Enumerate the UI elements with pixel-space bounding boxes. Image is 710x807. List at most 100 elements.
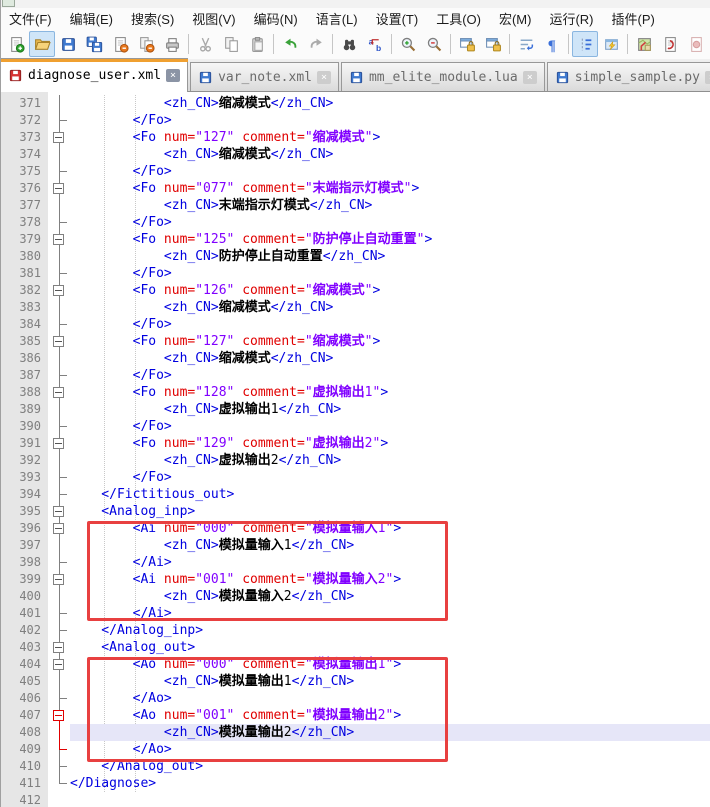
code-line-text[interactable]: </Analog_inp> (70, 622, 710, 639)
open-file-button[interactable] (29, 31, 55, 57)
code-line-text[interactable]: </Fo> (70, 163, 710, 180)
code-line-text[interactable]: <Ao num="000" comment="模拟量输出1"> (70, 656, 710, 673)
replace-button[interactable]: ab (362, 31, 388, 57)
save-file-button[interactable] (55, 31, 81, 57)
print-button[interactable] (159, 31, 185, 57)
fold-collapse-marker[interactable] (48, 656, 70, 673)
user-defined-dialog-button[interactable] (598, 31, 624, 57)
new-file-button[interactable] (3, 31, 29, 57)
cut-button[interactable] (192, 31, 218, 57)
close-all-button[interactable] (133, 31, 159, 57)
code-line-text[interactable]: </Ai> (70, 554, 710, 571)
sync-vertical-scroll-button[interactable] (454, 31, 480, 57)
code-line-text[interactable]: <Fo num="127" comment="缩减模式"> (70, 129, 710, 146)
menu-item-macro[interactable]: 宏(M) (490, 7, 541, 30)
menu-item-encoding[interactable]: 编码(N) (245, 7, 307, 30)
editor[interactable]: 371 <zh_CN>缩减模式</zh_CN>372 </Fo>373 <Fo … (0, 92, 710, 807)
fold-collapse-marker[interactable] (48, 384, 70, 401)
code-line-text[interactable]: <zh_CN>缩减模式</zh_CN> (70, 299, 710, 316)
save-all-button[interactable] (81, 31, 107, 57)
code-line-text[interactable]: </Fictitious_out> (70, 486, 710, 503)
code-line-text[interactable]: </Fo> (70, 418, 710, 435)
close-file-button[interactable] (107, 31, 133, 57)
code-line-text[interactable]: <zh_CN>模拟量输入2</zh_CN> (70, 588, 710, 605)
code-line-text[interactable]: <zh_CN>缩减模式</zh_CN> (70, 350, 710, 367)
code-line-text[interactable]: <zh_CN>模拟量输入1</zh_CN> (70, 537, 710, 554)
code-line-text[interactable]: <Fo num="129" comment="虚拟输出2"> (70, 435, 710, 452)
code-line-text[interactable]: <Ao num="001" comment="模拟量输出2"> (70, 707, 710, 724)
code-line-text[interactable]: <zh_CN>模拟量输出2</zh_CN> (70, 724, 710, 741)
code-line-text[interactable]: <Fo num="125" comment="防护停止自动重置"> (70, 231, 710, 248)
code-line-text[interactable]: <zh_CN>防护停止自动重置</zh_CN> (70, 248, 710, 265)
paste-button[interactable] (244, 31, 270, 57)
code-line-text[interactable]: </Fo> (70, 367, 710, 384)
sync-horizontal-scroll-button[interactable] (480, 31, 506, 57)
code-line-text[interactable]: </Fo> (70, 265, 710, 282)
code-line-text[interactable]: <zh_CN>缩减模式</zh_CN> (70, 95, 710, 112)
code-line-text[interactable]: <zh_CN>模拟量输出1</zh_CN> (70, 673, 710, 690)
code-line-text[interactable]: </Fo> (70, 316, 710, 333)
menu-item-tools[interactable]: 工具(O) (427, 7, 490, 30)
code-line-text[interactable]: <Fo num="128" comment="虚拟输出1"> (70, 384, 710, 401)
fold-collapse-marker[interactable] (48, 639, 70, 656)
copy-button[interactable] (218, 31, 244, 57)
tab-mm-elite-module-lua[interactable]: mm_elite_module.lua× (341, 62, 545, 92)
code-line-text[interactable]: </Fo> (70, 214, 710, 231)
code-line-text[interactable]: <Analog_out> (70, 639, 710, 656)
tab-diagnose-user-xml[interactable]: diagnose_user.xml× (0, 58, 188, 92)
function-list-button[interactable] (657, 31, 683, 57)
code-line-text[interactable]: </Ao> (70, 690, 710, 707)
find-button[interactable] (336, 31, 362, 57)
fold-collapse-marker[interactable] (48, 282, 70, 299)
menu-item-view[interactable]: 视图(V) (183, 7, 244, 30)
code-line-text[interactable]: <Fo num="126" comment="缩减模式"> (70, 282, 710, 299)
fold-collapse-marker[interactable] (48, 571, 70, 588)
code-line-text[interactable]: <Fo num="127" comment="缩减模式"> (70, 333, 710, 350)
code-line-text[interactable] (70, 792, 710, 807)
fold-collapse-marker[interactable] (48, 520, 70, 537)
fold-collapse-marker[interactable] (48, 333, 70, 350)
fold-collapse-marker[interactable] (48, 129, 70, 146)
code-line-text[interactable]: <zh_CN>末端指示灯模式</zh_CN> (70, 197, 710, 214)
menu-item-plugins[interactable]: 插件(P) (603, 7, 664, 30)
code-line-text[interactable]: <Ai num="001" comment="模拟量输入2"> (70, 571, 710, 588)
show-all-characters-button[interactable]: ¶ (539, 31, 565, 57)
menu-item-search[interactable]: 搜索(S) (122, 7, 183, 30)
tab-var-note-xml[interactable]: var_note.xml× (190, 62, 339, 92)
tab-close-icon[interactable]: × (523, 71, 537, 84)
tab-close-icon[interactable]: × (705, 71, 710, 84)
undo-button[interactable] (277, 31, 303, 57)
menu-item-edit[interactable]: 编辑(E) (61, 7, 122, 30)
code-line-text[interactable]: <Analog_inp> (70, 503, 710, 520)
code-line-text[interactable]: <Ai num="000" comment="模拟量输入1"> (70, 520, 710, 537)
code-line-text[interactable]: <zh_CN>虚拟输出2</zh_CN> (70, 452, 710, 469)
menu-item-file[interactable]: 文件(F) (0, 7, 61, 30)
zoom-out-button[interactable] (421, 31, 447, 57)
zoom-in-button[interactable] (395, 31, 421, 57)
fold-collapse-marker[interactable] (48, 503, 70, 520)
code-line-text[interactable]: </Analog_out> (70, 758, 710, 775)
fold-collapse-marker[interactable] (48, 180, 70, 197)
menu-item-language[interactable]: 语言(L) (307, 7, 367, 30)
tab-simple-sample-py[interactable]: simple_sample.py× (547, 62, 710, 92)
code-line-text[interactable]: </Fo> (70, 112, 710, 129)
tab-close-icon[interactable]: × (317, 71, 331, 84)
code-line-text[interactable]: <zh_CN>虚拟输出1</zh_CN> (70, 401, 710, 418)
menu-item-run[interactable]: 运行(R) (540, 7, 602, 30)
word-wrap-button[interactable] (513, 31, 539, 57)
code-line-text[interactable]: <Fo num="077" comment="末端指示灯模式"> (70, 180, 710, 197)
tab-close-icon[interactable]: × (166, 69, 180, 82)
code-line-text[interactable]: </Ao> (70, 741, 710, 758)
fold-collapse-marker[interactable] (48, 435, 70, 452)
menu-item-settings[interactable]: 设置(T) (367, 7, 428, 30)
code-line-text[interactable]: </Fo> (70, 469, 710, 486)
code-line-text[interactable]: </Diagnose> (70, 775, 710, 792)
show-indent-guide-button[interactable] (572, 31, 598, 57)
code-line-text[interactable]: <zh_CN>缩减模式</zh_CN> (70, 146, 710, 163)
redo-button[interactable] (303, 31, 329, 57)
start-recording-button[interactable] (683, 31, 709, 57)
document-map-button[interactable] (631, 31, 657, 57)
fold-collapse-marker[interactable] (48, 707, 70, 724)
fold-collapse-marker[interactable] (48, 231, 70, 248)
code-line-text[interactable]: </Ai> (70, 605, 710, 622)
